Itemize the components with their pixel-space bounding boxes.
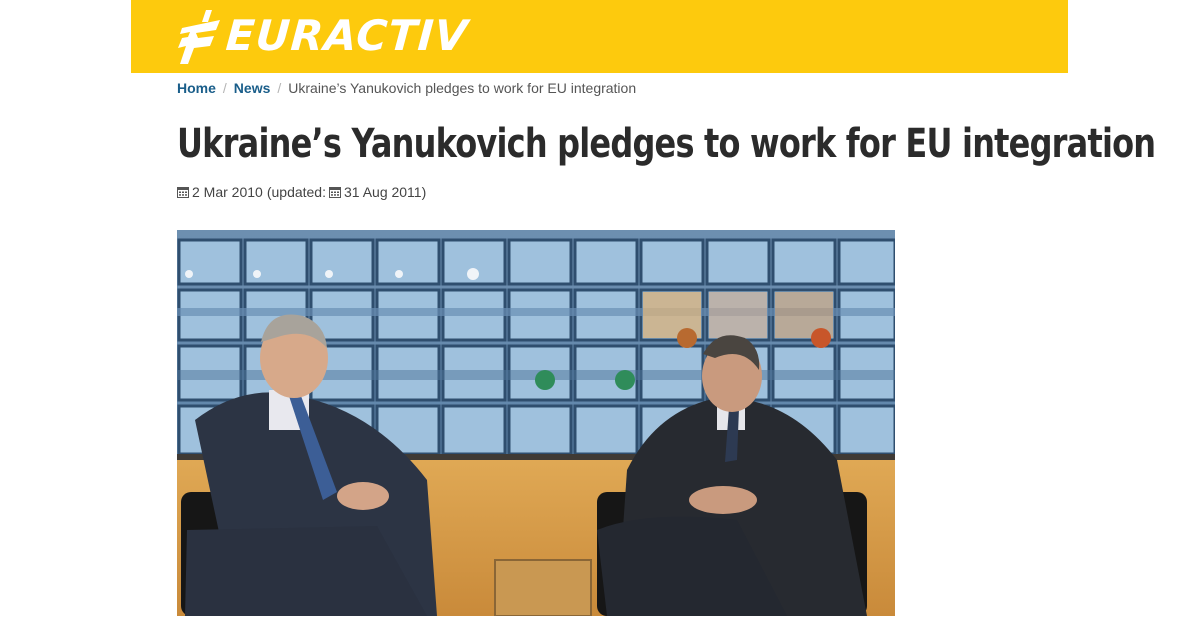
page: EURACTIV Home / News / Ukraine’s Yanukov… <box>0 0 1200 630</box>
breadcrumb: Home / News / Ukraine’s Yanukovich pledg… <box>177 79 636 97</box>
breadcrumb-home-link[interactable]: Home <box>177 80 216 96</box>
breadcrumb-current: Ukraine’s Yanukovich pledges to work for… <box>288 80 637 96</box>
breadcrumb-separator: / <box>222 80 227 96</box>
article-photo <box>177 230 895 616</box>
published-date: 2 Mar 2010 <box>192 184 263 200</box>
updated-label: (updated: <box>266 184 326 200</box>
updated-date: 31 Aug 2011) <box>344 184 427 200</box>
breadcrumb-separator: / <box>277 80 282 96</box>
breadcrumb-news-link[interactable]: News <box>234 80 271 96</box>
article-dates: 2 Mar 2010 (updated: 31 Aug 2011) <box>177 183 426 201</box>
logo-wordmark: EURACTIV <box>224 11 470 60</box>
article-photo-illustration <box>177 230 895 616</box>
site-logo[interactable]: EURACTIV <box>176 4 470 68</box>
article-title: Ukraine’s Yanukovich pledges to work for… <box>177 121 1156 167</box>
logo-star-icon <box>178 10 220 64</box>
calendar-icon <box>329 187 341 198</box>
calendar-icon <box>177 187 189 198</box>
